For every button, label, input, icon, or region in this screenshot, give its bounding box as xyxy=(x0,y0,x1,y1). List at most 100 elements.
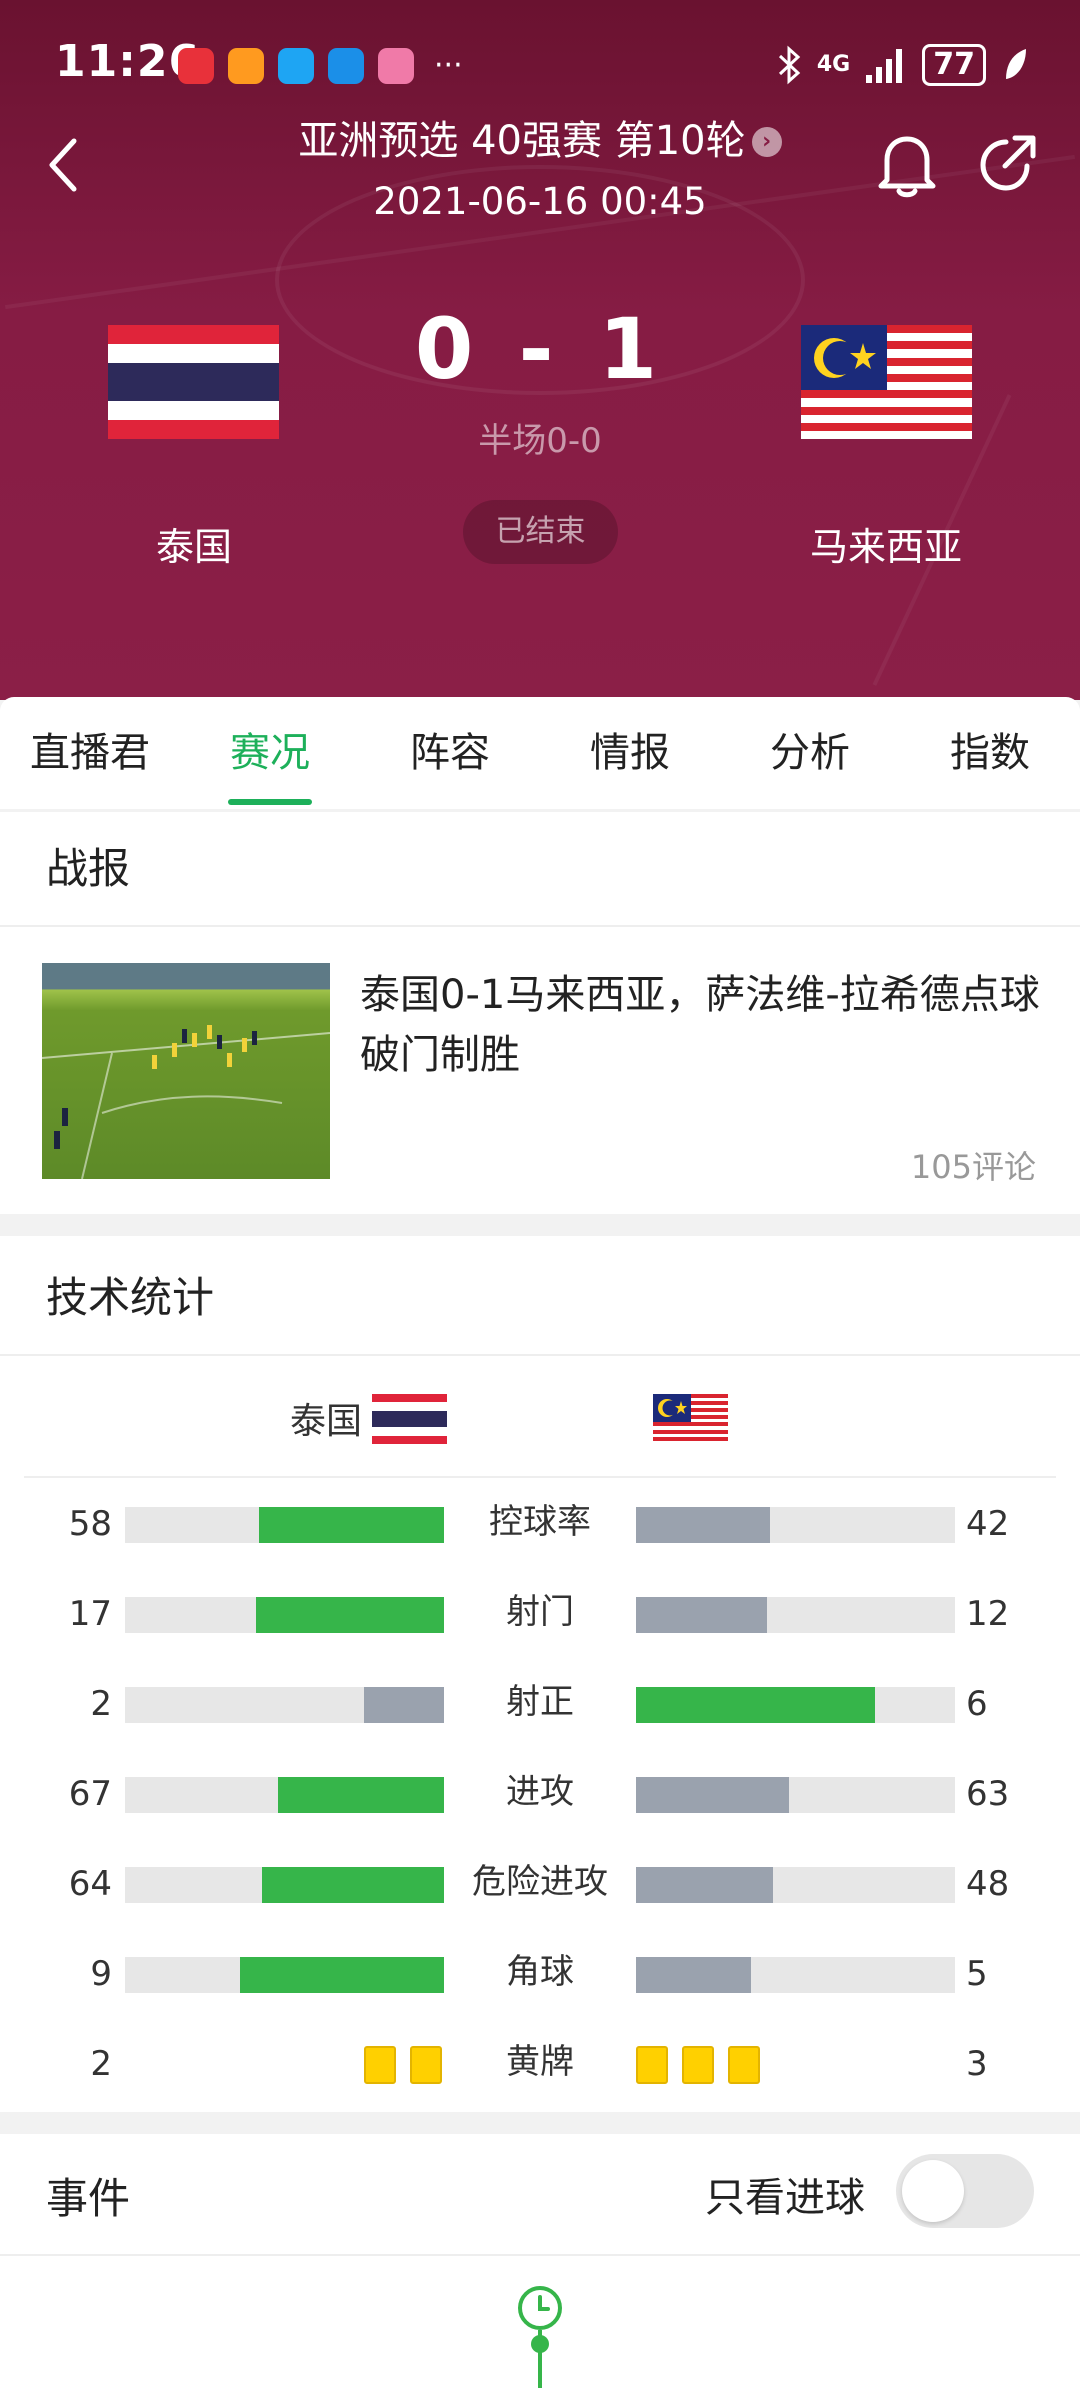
tab-odds[interactable]: 指数 xyxy=(900,697,1080,809)
football-pitch-image xyxy=(42,1025,330,1179)
stats-title: 技术统计 xyxy=(46,1273,215,1322)
stat-row: 58 控球率 42 xyxy=(0,1494,1080,1554)
tab-live[interactable]: 直播君 xyxy=(0,697,180,809)
halftime-score: 半场0-0 xyxy=(478,421,602,461)
news-headline[interactable]: 泰国0-1马来西亚，萨法维-拉希德点球破门制胜 xyxy=(360,965,1040,1085)
stat-home-bar-fill xyxy=(364,1687,444,1723)
stat-away-bar xyxy=(636,1597,955,1633)
comment-count[interactable]: 105评论 xyxy=(911,1142,1036,1188)
stat-home-bar-fill xyxy=(262,1867,444,1903)
stat-home-bar-fill xyxy=(259,1507,444,1543)
stat-home-value: 17 xyxy=(68,1594,112,1634)
events-title: 事件 xyxy=(46,2174,131,2223)
stat-home-bar xyxy=(125,1507,444,1543)
stat-label: 射门 xyxy=(506,1592,574,1632)
league-round-label: 亚洲预选 40强赛 第10轮 xyxy=(298,118,746,164)
stat-home-bar-fill xyxy=(278,1777,444,1813)
stat-away-bar-fill xyxy=(636,1957,751,1993)
stat-row: 2 射正 6 xyxy=(0,1674,1080,1734)
malaysia-flag-icon xyxy=(653,1394,728,1444)
stat-away-bar xyxy=(636,1507,955,1543)
stat-label: 射正 xyxy=(506,1682,574,1722)
charging-leaf-icon xyxy=(1006,49,1026,79)
stat-away-value: 5 xyxy=(966,1954,988,1994)
stat-away-bar xyxy=(636,1867,955,1903)
stat-row: 64 危险进攻 48 xyxy=(0,1854,1080,1914)
goals-only-label: 只看进球 xyxy=(705,2175,865,2221)
stat-home-bar xyxy=(125,1777,444,1813)
signal-icon xyxy=(866,49,903,83)
stat-home-bar xyxy=(125,1867,444,1903)
bluetooth-icon xyxy=(778,45,801,85)
stat-away-bar-fill xyxy=(636,1867,773,1903)
tab-match-status[interactable]: 赛况 xyxy=(180,697,360,809)
stat-label: 进攻 xyxy=(506,1772,574,1812)
bell-icon[interactable] xyxy=(875,130,939,200)
app-notification-icon xyxy=(278,48,314,84)
home-team-name[interactable]: 泰国 xyxy=(94,516,294,571)
network-type: 4G xyxy=(816,52,851,77)
stat-away-bar xyxy=(636,1777,955,1813)
app-notification-icon xyxy=(328,48,364,84)
stat-label: 角球 xyxy=(506,1952,574,1992)
battery-level: 77 xyxy=(922,44,986,86)
stat-row: 17 射门 12 xyxy=(0,1584,1080,1644)
toggle-knob xyxy=(902,2160,964,2222)
match-status-badge: 已结束 xyxy=(463,500,618,564)
tab-lineup[interactable]: 阵容 xyxy=(360,697,540,809)
match-score: 0 - 1 xyxy=(414,300,666,398)
stat-away-value: 3 xyxy=(966,2044,988,2084)
divider xyxy=(0,925,1080,927)
match-header: 11:26 ··· 4G 77 亚洲预选 40强赛 第10轮 › 2021-06… xyxy=(0,0,1080,700)
away-team-name[interactable]: 马来西亚 xyxy=(786,516,986,571)
stat-away-bar-fill xyxy=(636,1687,875,1723)
divider xyxy=(0,2254,1080,2256)
chevron-right-icon: › xyxy=(751,127,782,157)
stat-away-bar xyxy=(636,1957,955,1993)
stat-row: 67 进攻 63 xyxy=(0,1764,1080,1824)
stat-away-value: 12 xyxy=(966,1594,1010,1634)
stat-row: 9 角球 5 xyxy=(0,1944,1080,2004)
app-notification-icon xyxy=(178,48,214,84)
stat-away-bar-fill xyxy=(636,1777,789,1813)
report-title: 战报 xyxy=(46,844,131,893)
tab-analysis[interactable]: 分析 xyxy=(720,697,900,809)
stat-home-bar xyxy=(125,1957,444,1993)
stat-away-value: 6 xyxy=(966,1684,988,1724)
stat-away-value: 48 xyxy=(966,1864,1010,1904)
stat-home-bar xyxy=(125,1597,444,1633)
goals-only-toggle[interactable] xyxy=(896,2154,1034,2228)
stat-label: 黄牌 xyxy=(506,2042,574,2082)
timeline-clock-icon xyxy=(518,2286,562,2388)
divider xyxy=(24,1476,1056,1478)
yellow-card-icon xyxy=(410,2046,442,2084)
share-icon[interactable] xyxy=(975,130,1041,196)
yellow-card-icon xyxy=(364,2046,396,2084)
notification-icons: ··· xyxy=(178,48,463,84)
stat-label: 控球率 xyxy=(489,1502,591,1542)
app-notification-icon xyxy=(228,48,264,84)
stat-home-value: 64 xyxy=(68,1864,112,1904)
stat-away-bar xyxy=(636,1687,955,1723)
news-thumbnail[interactable] xyxy=(42,963,330,1179)
divider xyxy=(0,1354,1080,1356)
status-bar: 11:26 ··· 4G 77 xyxy=(0,36,1080,100)
stat-label: 危险进攻 xyxy=(472,1862,608,1902)
stat-home-value: 2 xyxy=(90,1684,112,1724)
yellow-card-icon xyxy=(636,2046,668,2084)
stat-home-bar xyxy=(125,1687,444,1723)
yellow-card-icon xyxy=(682,2046,714,2084)
stat-home-value: 2 xyxy=(90,2044,112,2084)
stat-home-value: 9 xyxy=(90,1954,112,1994)
yellow-card-icon xyxy=(728,2046,760,2084)
tab-intel[interactable]: 情报 xyxy=(540,697,720,809)
stat-away-value: 42 xyxy=(966,1504,1010,1544)
tab-bar: 直播君 赛况 阵容 情报 分析 指数 xyxy=(0,697,1080,809)
stat-home-value: 67 xyxy=(68,1774,112,1814)
stat-away-bar-fill xyxy=(636,1597,767,1633)
stat-home-bar-fill xyxy=(240,1957,444,1993)
stat-home-bar-fill xyxy=(256,1597,444,1633)
stat-home-value: 58 xyxy=(68,1504,112,1544)
stat-row: 2 黄牌 3 xyxy=(0,2034,1080,2094)
app-notification-icon xyxy=(378,48,414,84)
